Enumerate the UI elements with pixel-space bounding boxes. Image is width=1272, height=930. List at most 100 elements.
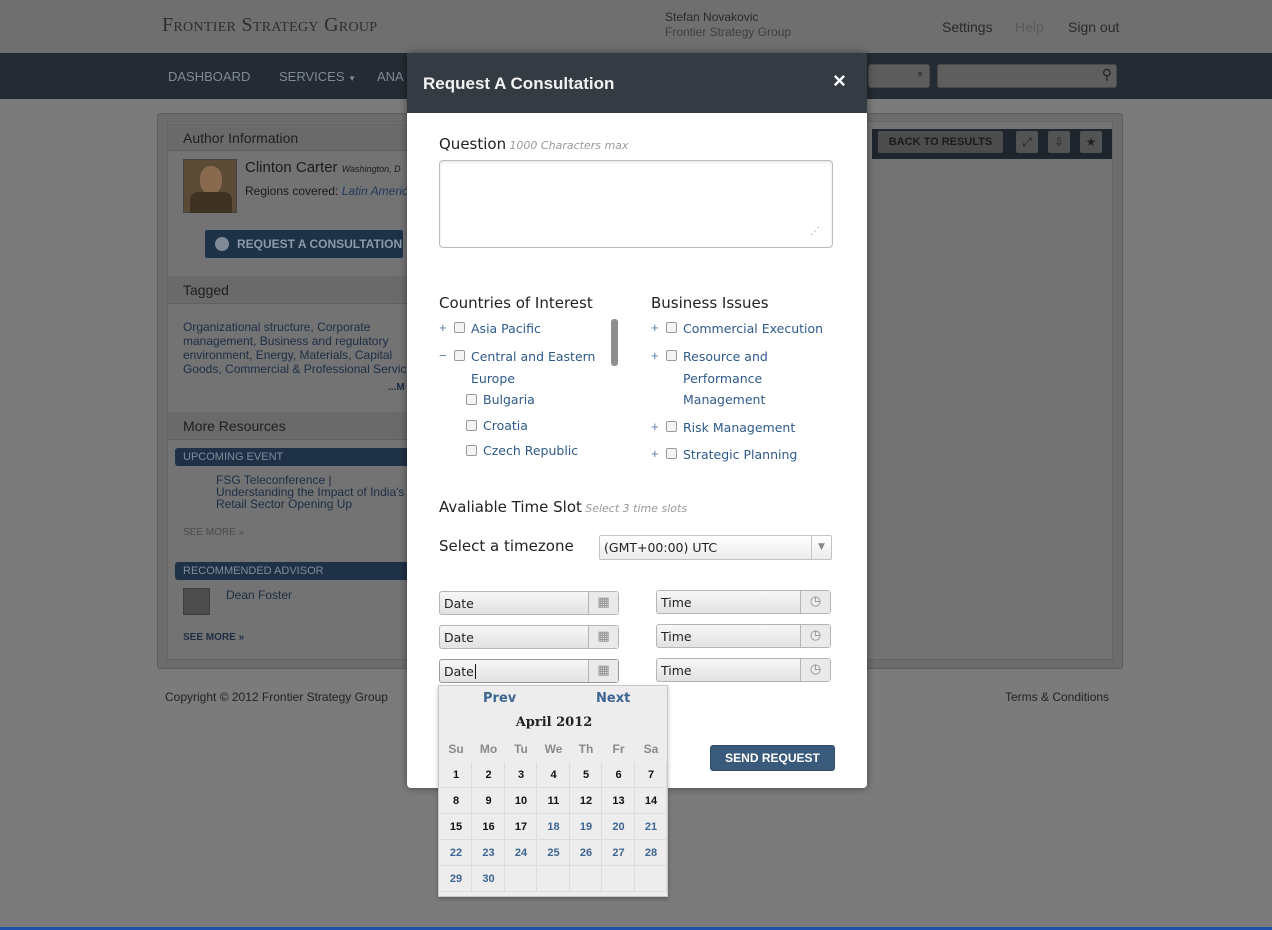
countries-scrollbar[interactable] [611,319,618,366]
question-textarea[interactable] [439,160,833,248]
download-icon[interactable]: ⇩ [1048,131,1070,153]
calendar-day[interactable]: 20 [603,814,635,840]
country-czech-republic[interactable]: Czech Republic [483,440,578,462]
help-link[interactable]: Help [1015,19,1044,35]
calendar-day[interactable]: 16 [473,814,505,840]
calendar-day[interactable]: 21 [635,814,667,840]
calendar-day[interactable]: 6 [603,762,635,788]
calendar-day[interactable]: 22 [440,840,472,866]
time-input-2[interactable]: Time ◷ [656,624,831,648]
country-bulgaria[interactable]: Bulgaria [483,389,535,411]
author-name[interactable]: Clinton Carter [245,159,338,176]
tag-list[interactable]: Organizational structure, Corporate mana… [183,320,408,376]
checkbox-strategic-planning[interactable] [666,448,677,459]
brand-logo[interactable]: Frontier Strategy Group [162,14,377,37]
time-input-1[interactable]: Time ◷ [656,590,831,614]
calendar-day[interactable]: 1 [440,762,472,788]
clock-icon[interactable]: ◷ [800,625,830,647]
checkbox-commercial-execution[interactable] [666,322,677,333]
clock-icon[interactable]: ◷ [800,591,830,613]
issue-commercial-execution[interactable]: Commercial Execution [683,318,823,340]
calendar-day[interactable]: 24 [505,840,537,866]
request-consultation-button[interactable]: REQUEST A CONSULTATION [205,230,403,258]
back-to-results-button[interactable]: BACK TO RESULTS [878,131,1003,153]
timezone-select[interactable]: (GMT+00:00) UTC ▼ [599,535,832,560]
collapse-icon[interactable]: − [439,348,447,363]
calendar-icon[interactable]: ▦ [588,592,618,614]
calendar-day[interactable]: 23 [473,840,505,866]
issue-strategic-planning[interactable]: Strategic Planning [683,444,797,466]
calendar-day[interactable]: 29 [440,866,472,892]
issue-risk-management[interactable]: Risk Management [683,417,795,439]
checkbox-cee[interactable] [454,350,465,361]
see-more-advisors-link[interactable]: SEE MORE » [183,632,244,643]
checkbox-resource-performance[interactable] [666,350,677,361]
calendar-day[interactable]: 19 [570,814,602,840]
chevron-down-icon[interactable]: ▼ [811,536,831,559]
expand-icon[interactable]: + [651,348,659,363]
search-icon[interactable]: ⚲ [1102,66,1112,83]
clock-icon[interactable]: ◷ [800,659,830,681]
country-cee[interactable]: Central and Eastern Europe [471,346,595,389]
event-title-link[interactable]: FSG Teleconference | Understanding the I… [216,474,408,510]
calendar-day[interactable]: 15 [440,814,472,840]
calendar-day[interactable]: 25 [538,840,570,866]
calendar-day[interactable]: 2 [473,762,505,788]
calendar-day[interactable]: 10 [505,788,537,814]
send-request-button[interactable]: SEND REQUEST [710,745,835,771]
sign-out-link[interactable]: Sign out [1068,19,1119,35]
date-input-3[interactable]: Date ▦ [439,659,619,683]
country-asia-pacific[interactable]: Asia Pacific [471,318,541,340]
calendar-day[interactable]: 14 [635,788,667,814]
expand-icon[interactable]: + [439,320,447,335]
datepicker-prev[interactable]: Prev [483,691,516,706]
datepicker-next[interactable]: Next [596,691,630,706]
checkbox-czech-republic[interactable] [466,445,477,456]
checkbox-bulgaria[interactable] [466,394,477,405]
checkbox-croatia[interactable] [466,420,477,431]
nav-services[interactable]: SERVICES ▼ [279,69,356,84]
expand-icon[interactable]: + [651,320,659,335]
calendar-day[interactable]: 30 [473,866,505,892]
nav-select[interactable]: ▼ [868,64,930,88]
calendar-icon[interactable]: ▦ [588,660,618,682]
country-croatia[interactable]: Croatia [483,415,528,437]
advisor-name-link[interactable]: Dean Foster [226,588,292,602]
calendar-icon[interactable]: ▦ [588,626,618,648]
checkbox-asia-pacific[interactable] [454,322,465,333]
checkbox-risk-management[interactable] [666,421,677,432]
nav-dashboard[interactable]: DASHBOARD [168,69,250,84]
calendar-day[interactable]: 4 [538,762,570,788]
calendar-day[interactable]: 7 [635,762,667,788]
date-input-1[interactable]: Date ▦ [439,591,619,615]
settings-link[interactable]: Settings [942,19,993,35]
terms-link[interactable]: Terms & Conditions [1005,690,1109,704]
calendar-day[interactable]: 13 [603,788,635,814]
nav-search-input[interactable]: ⚲ [937,64,1117,88]
expand-icon[interactable]: + [651,419,659,434]
expand-icon[interactable]: + [651,446,659,461]
time-input-3[interactable]: Time ◷ [656,658,831,682]
calendar-day[interactable]: 8 [440,788,472,814]
star-icon[interactable]: ★ [1080,131,1102,153]
date-input-2[interactable]: Date ▦ [439,625,619,649]
expand-icon[interactable]: ⤢ [1016,131,1038,153]
calendar-day[interactable]: 18 [538,814,570,840]
calendar-day[interactable]: 11 [538,788,570,814]
tags-more-link[interactable]: ...M [388,382,405,393]
regions-value[interactable]: Latin America [342,184,415,198]
issue-resource-performance[interactable]: Resource and Performance Management [683,346,768,411]
see-more-events-link[interactable]: SEE MORE » [183,527,244,538]
tagged-heading: Tagged [183,282,229,298]
calendar-day[interactable]: 26 [570,840,602,866]
calendar-day[interactable]: 27 [603,840,635,866]
calendar-day[interactable]: 9 [473,788,505,814]
close-icon[interactable]: × [833,68,846,94]
calendar-day[interactable]: 5 [570,762,602,788]
calendar-day[interactable]: 28 [635,840,667,866]
calendar-day[interactable]: 3 [505,762,537,788]
calendar-day[interactable]: 17 [505,814,537,840]
nav-analysis[interactable]: ANA [377,69,404,84]
resize-grip-icon[interactable]: ⋰ [810,226,820,237]
calendar-day[interactable]: 12 [570,788,602,814]
